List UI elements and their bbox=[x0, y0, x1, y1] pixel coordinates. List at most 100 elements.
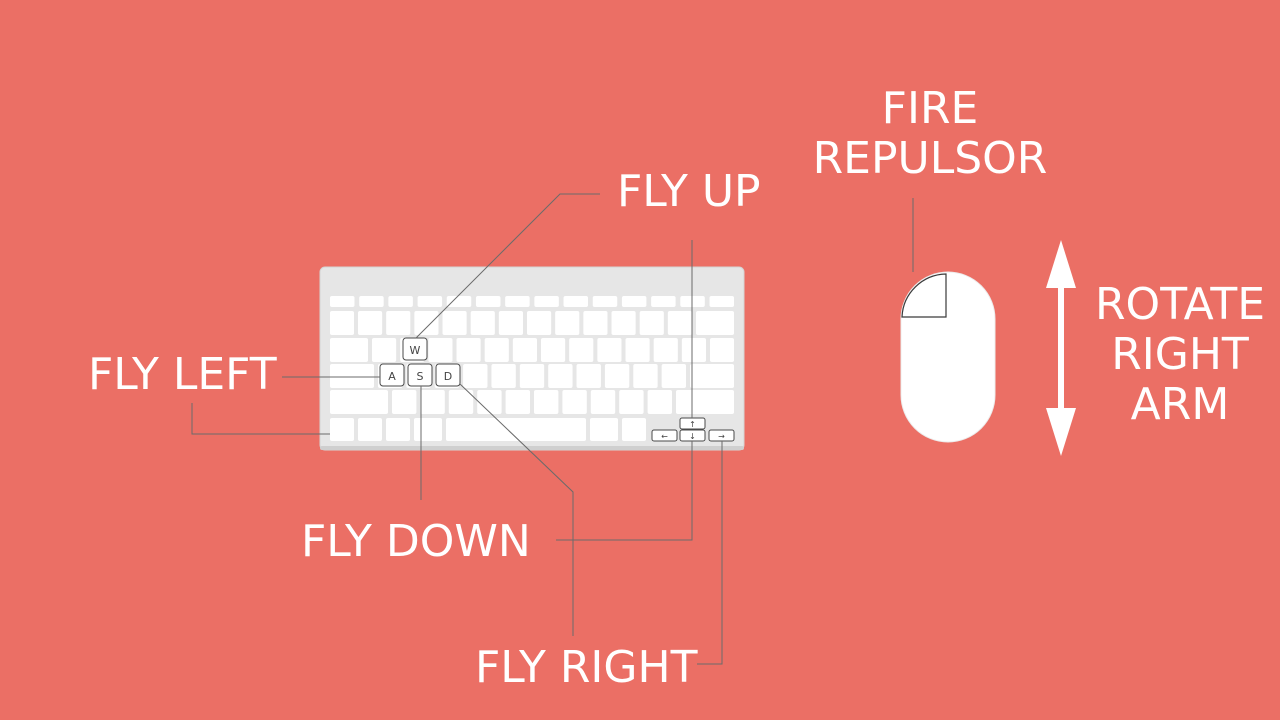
keyboard-key bbox=[639, 311, 664, 335]
keyboard-key bbox=[563, 296, 589, 307]
keyboard-key bbox=[358, 418, 382, 441]
key-a-label: A bbox=[388, 370, 396, 383]
fly-left-secondary-leader bbox=[191, 403, 330, 435]
keyboard-key bbox=[590, 418, 618, 441]
keyboard-key bbox=[505, 296, 530, 307]
keyboard-key bbox=[417, 296, 443, 307]
key-arrow-right: → bbox=[708, 429, 735, 442]
keyboard-key bbox=[592, 296, 618, 307]
keyboard-key bbox=[696, 311, 734, 335]
key-s-label: S bbox=[417, 370, 424, 383]
key-arrow-up: ↑ bbox=[679, 417, 706, 430]
keyboard-key bbox=[653, 338, 678, 362]
mouse-icon bbox=[900, 271, 996, 443]
keyboard-key bbox=[519, 364, 545, 388]
keyboard-key bbox=[576, 364, 601, 388]
keyboard-key bbox=[477, 390, 502, 414]
keyboard-key bbox=[392, 390, 417, 414]
mouse-left-button bbox=[901, 273, 947, 318]
keyboard-key bbox=[330, 296, 355, 307]
rotate-right-arm-line-2: RIGHT bbox=[1111, 329, 1249, 380]
key-a: A bbox=[379, 363, 405, 387]
keyboard-key bbox=[414, 311, 439, 335]
keyboard-key bbox=[541, 338, 566, 362]
keyboard-key bbox=[709, 296, 734, 307]
key-d-label: D bbox=[444, 370, 452, 383]
key-arrow-down-label: ↓ bbox=[689, 432, 696, 441]
keyboard-key bbox=[491, 364, 516, 388]
keyboard-key bbox=[442, 311, 467, 335]
keyboard: W A S D ↑ ↓ ← → bbox=[319, 266, 745, 451]
keyboard-key bbox=[661, 364, 686, 388]
fire-repulsor-line-1: FIRE bbox=[881, 83, 979, 134]
keyboard-key bbox=[512, 338, 537, 362]
keyboard-key bbox=[386, 311, 411, 335]
key-d: D bbox=[435, 363, 461, 387]
rotate-right-arm-line-3: ARM bbox=[1130, 379, 1230, 430]
keyboard-key bbox=[569, 338, 594, 362]
key-w: W bbox=[402, 337, 428, 361]
keyboard-key bbox=[676, 390, 734, 414]
fire-repulsor-line-2: REPULSOR bbox=[812, 133, 1048, 184]
keyboard-key bbox=[372, 338, 397, 362]
key-arrow-up-label: ↑ bbox=[689, 420, 696, 429]
key-arrow-left-label: ← bbox=[661, 432, 668, 441]
keyboard-key bbox=[604, 364, 630, 388]
keyboard-key bbox=[330, 364, 374, 388]
rotate-double-arrow-icon bbox=[1046, 240, 1076, 456]
rotate-right-arm-label: ROTATE RIGHT ARM bbox=[1090, 280, 1270, 430]
keyboard-key bbox=[388, 296, 413, 307]
keyboard-key bbox=[463, 364, 488, 388]
arrow-down-leader bbox=[556, 441, 693, 541]
keyboard-key bbox=[621, 296, 647, 307]
keyboard-key bbox=[330, 311, 354, 335]
keyboard-key bbox=[681, 338, 706, 362]
fly-up-label: FLY UP bbox=[617, 166, 761, 217]
fire-repulsor-label: FIRE REPULSOR bbox=[800, 84, 1060, 184]
keyboard-key bbox=[611, 311, 636, 335]
arrow-right-leader bbox=[697, 441, 723, 665]
keyboard-key bbox=[633, 364, 658, 388]
fly-right-label: FLY RIGHT bbox=[475, 642, 698, 693]
keyboard-key bbox=[484, 338, 509, 362]
keyboard-key bbox=[498, 311, 523, 335]
key-s: S bbox=[407, 363, 433, 387]
keyboard-key bbox=[534, 296, 559, 307]
keyboard-key bbox=[527, 311, 552, 335]
key-w-label: W bbox=[410, 344, 421, 357]
keyboard-key bbox=[647, 390, 672, 414]
keyboard-key bbox=[330, 418, 354, 441]
keyboard-key bbox=[358, 311, 383, 335]
keyboard-key bbox=[475, 296, 501, 307]
keyboard-key bbox=[690, 364, 734, 388]
keyboard-key bbox=[619, 390, 644, 414]
keyboard-key bbox=[330, 338, 368, 362]
rotate-right-arm-line-1: ROTATE bbox=[1094, 279, 1266, 330]
keyboard-key bbox=[330, 390, 388, 414]
fly-down-label: FLY DOWN bbox=[301, 516, 531, 567]
keyboard-key bbox=[359, 296, 384, 307]
keyboard-key bbox=[625, 338, 650, 362]
keyboard-key bbox=[651, 296, 676, 307]
keyboard-key bbox=[420, 390, 445, 414]
keyboard-key bbox=[428, 338, 453, 362]
key-arrow-right-label: → bbox=[718, 432, 725, 441]
keyboard-key bbox=[710, 338, 734, 362]
keyboard-key bbox=[680, 296, 705, 307]
keyboard-key bbox=[590, 390, 616, 414]
keyboard-shadow bbox=[320, 446, 744, 450]
keyboard-key bbox=[534, 390, 559, 414]
keyboard-key bbox=[548, 364, 573, 388]
keyboard-key bbox=[505, 390, 530, 414]
keyboard-key bbox=[583, 311, 608, 335]
keyboard-key bbox=[456, 338, 481, 362]
keyboard-key bbox=[622, 418, 646, 441]
keyboard-key bbox=[386, 418, 410, 441]
fly-left-label: FLY LEFT bbox=[88, 349, 277, 400]
keyboard-key bbox=[667, 311, 692, 335]
keyboard-key bbox=[414, 418, 442, 441]
keyboard-key bbox=[597, 338, 622, 362]
keyboard-key bbox=[446, 296, 472, 307]
key-arrow-down: ↓ bbox=[679, 429, 706, 442]
keyboard-key bbox=[555, 311, 580, 335]
